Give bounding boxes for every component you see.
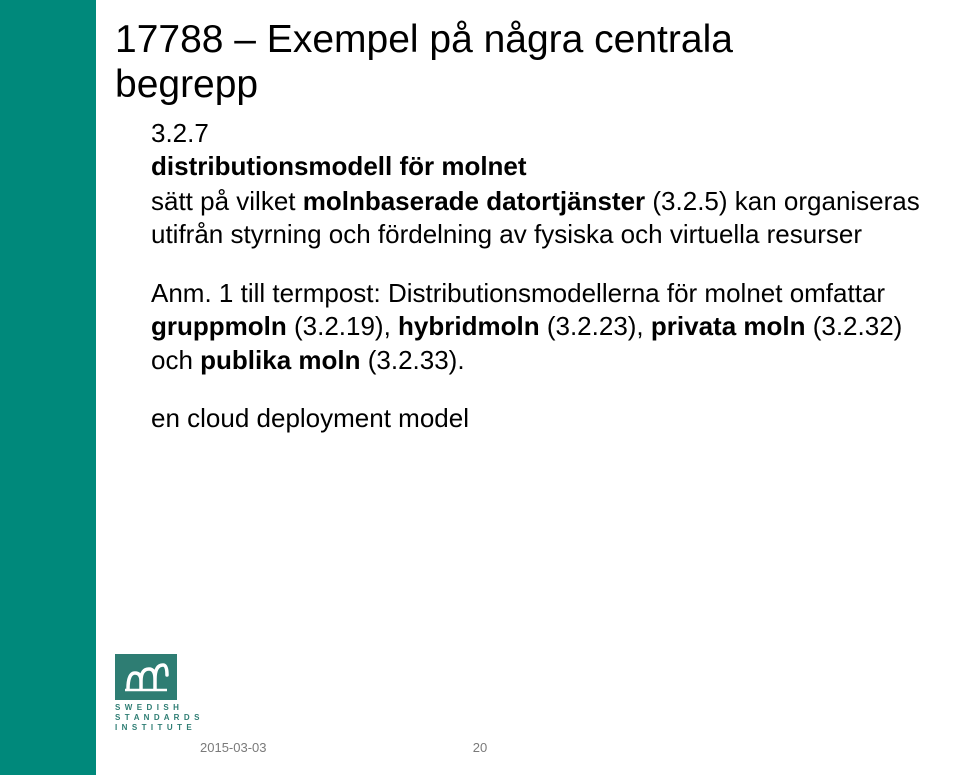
logo-text-line3: I N S T I T U T E <box>115 723 201 733</box>
title-line-2: begrepp <box>115 63 258 106</box>
note-prefix: Anm. 1 till termpost: Distributionsmodel… <box>151 278 885 308</box>
footer-date: 2015-03-03 <box>200 740 267 755</box>
slide-content: 17788 – Exempel på några centrala begrep… <box>115 18 930 434</box>
note-part4: (3.2.33). <box>361 345 465 375</box>
left-accent-bar <box>0 0 96 775</box>
slide-title: 17788 – Exempel på några centrala begrep… <box>115 18 930 108</box>
logo-text-line1: S W E D I S H <box>115 703 201 713</box>
logo: S W E D I S H S T A N D A R D S I N S T … <box>115 654 201 733</box>
definition-bold1: molnbaserade datortjänster <box>303 186 645 216</box>
note-text: Anm. 1 till termpost: Distributionsmodel… <box>151 277 930 377</box>
section-number: 3.2.7 <box>151 118 930 149</box>
note-part2: (3.2.23), <box>540 311 651 341</box>
note-bold1: gruppmoln <box>151 311 287 341</box>
note-bold4: publika moln <box>200 345 360 375</box>
sis-logo-icon <box>123 661 169 693</box>
definition-part1: sätt på vilket <box>151 186 303 216</box>
english-term: en cloud deployment model <box>151 403 930 434</box>
body-block: 3.2.7 distributionsmodell för molnet sät… <box>115 118 930 434</box>
definition-text: sätt på vilket molnbaserade datortjänste… <box>151 185 930 252</box>
term-heading: distributionsmodell för molnet <box>151 151 930 182</box>
note-part1: (3.2.19), <box>287 311 398 341</box>
logo-text: S W E D I S H S T A N D A R D S I N S T … <box>115 703 201 733</box>
logo-text-line2: S T A N D A R D S <box>115 713 201 723</box>
note-bold3: privata moln <box>651 311 806 341</box>
note-bold2: hybridmoln <box>398 311 540 341</box>
logo-mark <box>115 654 177 700</box>
footer-page-number: 20 <box>473 740 487 755</box>
title-line-1: 17788 – Exempel på några centrala <box>115 18 733 61</box>
